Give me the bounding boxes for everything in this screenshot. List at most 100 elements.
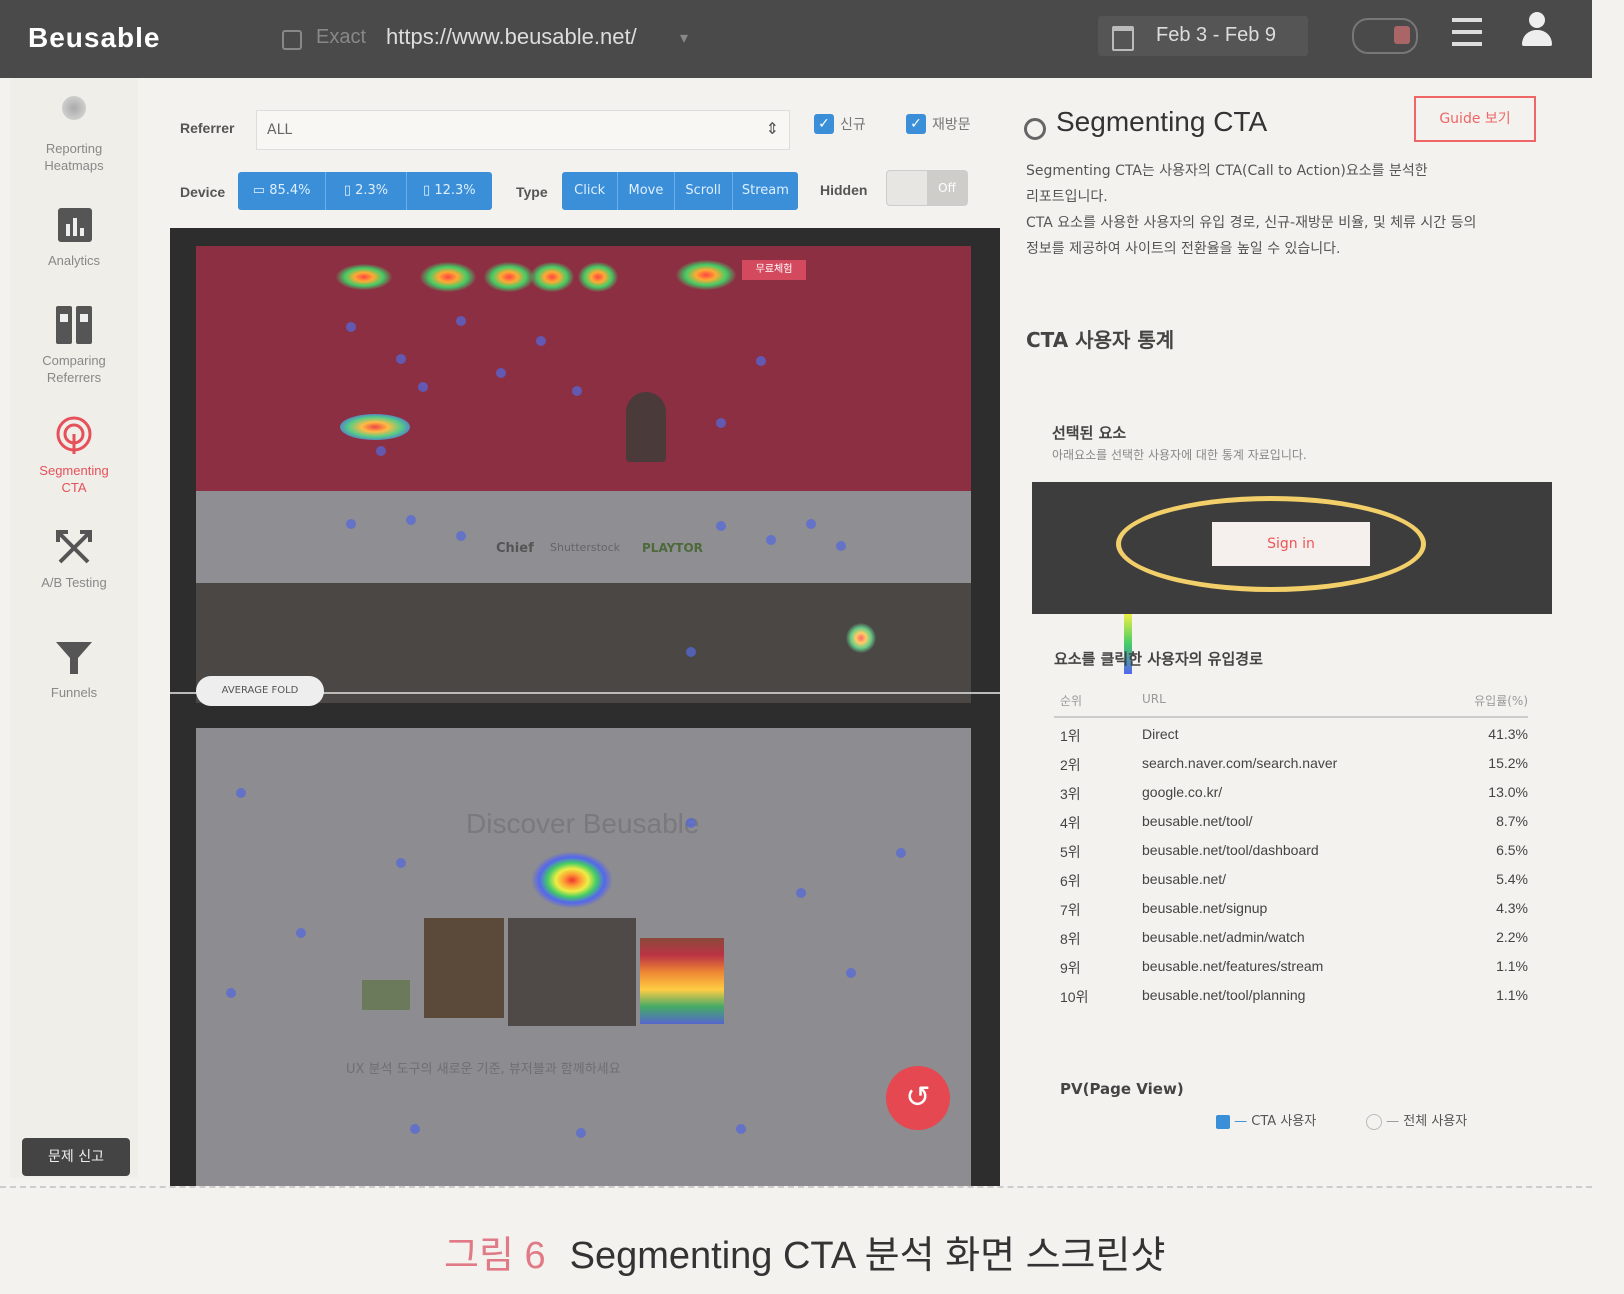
screenshot-thumbnail xyxy=(508,918,636,1026)
hidden-toggle[interactable]: Off xyxy=(886,170,968,206)
legend-cta-users[interactable]: — CTA 사용자 xyxy=(1216,1110,1316,1129)
divider xyxy=(0,1186,1592,1188)
heatmap-preview[interactable]: 무료체험 Chief Shutterstock PLAYTOR AVERAGE … xyxy=(170,228,1132,1186)
report-issue-button[interactable]: 문제 신고 xyxy=(22,1138,130,1176)
selected-element-title: 선택된 요소 xyxy=(1052,424,1127,442)
legend-checkbox[interactable] xyxy=(1216,1114,1230,1129)
table-row[interactable]: 4위 beusable.net/tool/8.7% xyxy=(1054,809,1528,838)
referrer-select[interactable]: ALL ⇕ xyxy=(256,110,790,150)
sidebar-item-label: Reporting Heatmaps xyxy=(44,141,104,173)
sidebar-item-label: A/B Testing xyxy=(41,575,107,590)
client-logo: PLAYTOR xyxy=(642,541,703,555)
url-cell: beusable.net/ xyxy=(1142,871,1227,887)
table-row[interactable]: 5위 beusable.net/tool/dashboard 6.5% xyxy=(1054,838,1528,867)
url-cell: beusable.net/tool/ xyxy=(1142,813,1253,829)
guide-button[interactable]: Guide 보기 xyxy=(1414,96,1536,142)
legend-all-users[interactable]: — 전체 사용자 xyxy=(1366,1110,1467,1130)
table-row[interactable]: 3위 google.co.kr/13.0% xyxy=(1054,780,1528,809)
percent-cell: 41.3% xyxy=(1488,726,1528,742)
sidebar-item-segmenting-cta[interactable]: Segmenting CTA xyxy=(10,416,138,496)
rank-cell: 5위 xyxy=(1060,844,1081,860)
hero-section: 무료체험 xyxy=(196,246,971,491)
sidebar-item-label: Analytics xyxy=(47,253,101,268)
heatmap-controls: Referrer ALL ⇕ ✓ 신규 ✓ 재방문 Device ▭ 85.4%… xyxy=(170,100,990,220)
sidebar-item-label: Funnels xyxy=(50,685,98,700)
figure-caption-text: Segmenting CTA 분석 화면 스크린샷 xyxy=(569,1235,1166,1277)
target-icon xyxy=(1024,118,1046,140)
percent-cell: 15.2% xyxy=(1488,755,1528,771)
rank-cell: 10위 xyxy=(1060,989,1089,1005)
inflow-table-header: 순위 URL 유입률(%) xyxy=(1054,688,1528,718)
table-row[interactable]: 6위 beusable.net/5.4% xyxy=(1054,867,1528,896)
sidebar-item-reporting-heatmaps[interactable]: Reporting Heatmaps xyxy=(10,94,138,174)
rank-cell: 2위 xyxy=(1060,757,1081,773)
pv-chart-label: PV(Page View) xyxy=(1060,1080,1184,1098)
returning-user-checkbox[interactable]: ✓ xyxy=(906,114,926,134)
user-icon[interactable] xyxy=(1520,12,1554,48)
table-row[interactable]: 1위 Direct 41.3% xyxy=(1054,722,1528,751)
sidebar-item-ab-testing[interactable]: A/B Testing xyxy=(10,528,138,591)
table-row[interactable]: 8위 beusable.net/admin/watch 2.2% xyxy=(1054,925,1528,954)
selected-element-preview: Sign in xyxy=(1032,482,1552,614)
rank-cell: 1위 xyxy=(1060,728,1081,744)
screenshot-thumbnail xyxy=(362,980,410,1010)
chevron-down-icon[interactable]: ▾ xyxy=(680,28,688,47)
percent-cell: 2.2% xyxy=(1496,929,1528,945)
funnel-icon xyxy=(54,638,94,678)
menu-icon[interactable] xyxy=(1452,18,1482,46)
type-scroll-tab[interactable]: Scroll xyxy=(675,172,733,210)
sidebar-item-analytics[interactable]: Analytics xyxy=(10,206,138,269)
heatmap-icon xyxy=(54,94,94,134)
rank-column-header: 순위 xyxy=(1060,694,1083,708)
type-move-tab[interactable]: Move xyxy=(618,172,675,210)
device-label: Device xyxy=(180,184,226,200)
table-row[interactable]: 9위 beusable.net/features/stream 1.1% xyxy=(1054,954,1528,983)
percent-cell: 4.3% xyxy=(1496,900,1528,916)
returning-user-label: 재방문 xyxy=(932,117,971,133)
legend-cta-label: CTA 사용자 xyxy=(1251,1114,1317,1129)
type-stream-tab[interactable]: Stream xyxy=(733,172,798,210)
table-row[interactable]: 2위 search.naver.com/search.naver 15.2% xyxy=(1054,751,1528,780)
device-segment: ▭ 85.4% ▯ 2.3% ▯ 12.3% xyxy=(238,172,492,210)
sidebar-item-funnels[interactable]: Funnels xyxy=(10,638,138,701)
url-cell: search.naver.com/search.naver xyxy=(1142,755,1338,771)
client-logo: Chief xyxy=(496,541,534,556)
inflow-paths-title: 요소를 클릭한 사용자의 유입경로 xyxy=(1054,650,1263,668)
percent-cell: 1.1% xyxy=(1496,958,1528,974)
device-desktop-button[interactable]: ▭ 85.4% xyxy=(238,172,327,210)
device-mobile-button[interactable]: ▯ 12.3% xyxy=(407,172,492,210)
hero-illustration xyxy=(626,392,666,462)
url-selector[interactable]: https://www.beusable.net/ xyxy=(386,24,637,50)
legend-checkbox[interactable] xyxy=(1366,1113,1382,1130)
segmenting-cta-panel: Segmenting CTA Guide 보기 Segmenting CTA는 … xyxy=(1010,88,1590,1188)
app-logo[interactable]: Beusable xyxy=(28,22,161,54)
device-tablet-button[interactable]: ▯ 2.3% xyxy=(326,172,407,210)
url-mode-label: Exact xyxy=(316,26,367,48)
percent-cell: 5.4% xyxy=(1496,871,1528,887)
client-logo: Shutterstock xyxy=(550,541,621,554)
referrer-label: Referrer xyxy=(180,120,235,136)
undo-icon[interactable]: ↺ xyxy=(886,1066,950,1130)
legend-all-label: 전체 사용자 xyxy=(1403,1114,1468,1129)
rank-cell: 4위 xyxy=(1060,815,1081,831)
panel-title: Segmenting CTA xyxy=(1056,106,1268,137)
lower-section-description: UX 분석 도구의 새로운 기준, 뷰저블과 함께하세요 xyxy=(346,1062,621,1077)
rank-cell: 6위 xyxy=(1060,873,1081,889)
sidebar-item-comparing-referrers[interactable]: Comparing Referrers xyxy=(10,306,138,386)
target-icon xyxy=(54,416,94,456)
url-column-header: URL xyxy=(1142,692,1166,706)
table-row[interactable]: 10위 beusable.net/tool/planning 1.1% xyxy=(1054,983,1528,1012)
cta-stats-title: CTA 사용자 통계 xyxy=(1026,328,1175,352)
date-range-picker[interactable]: Feb 3 - Feb 9 xyxy=(1098,16,1308,56)
table-row[interactable]: 7위 beusable.net/signup 4.3% xyxy=(1054,896,1528,925)
exact-checkbox[interactable] xyxy=(282,30,302,50)
panel-description: CTA 요소를 사용한 사용자의 유입 경로, 신규-재방문 비율, 및 체류 … xyxy=(1026,215,1477,231)
url-cell: beusable.net/features/stream xyxy=(1142,958,1324,974)
rank-cell: 9위 xyxy=(1060,960,1081,976)
hidden-toggle-value: Off xyxy=(927,171,967,205)
panel-description: 정보를 제공하여 사이트의 전환율을 높일 수 있습니다. xyxy=(1026,241,1341,257)
type-click-tab[interactable]: Click xyxy=(562,172,619,210)
battery-toggle[interactable] xyxy=(1352,18,1418,54)
new-user-checkbox[interactable]: ✓ xyxy=(814,114,834,134)
rank-cell: 8위 xyxy=(1060,931,1081,947)
